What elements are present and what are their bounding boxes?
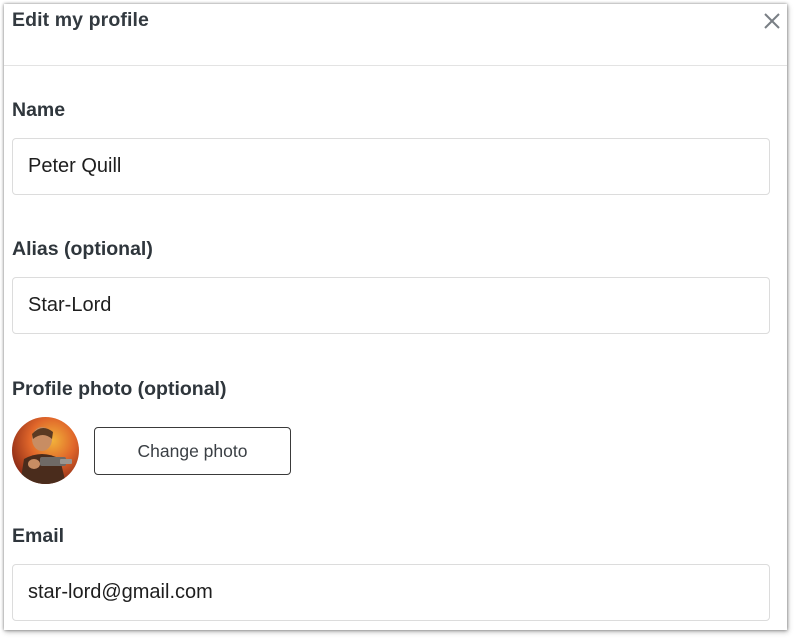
name-input[interactable] [12,138,770,195]
alias-input[interactable] [12,277,770,334]
avatar [12,417,79,484]
dialog-header: Edit my profile [4,4,787,66]
profile-photo-label: Profile photo (optional) [12,378,227,400]
close-button[interactable] [761,10,783,32]
change-photo-button[interactable]: Change photo [94,427,291,475]
dialog-title: Edit my profile [12,9,149,31]
email-label: Email [12,525,65,547]
close-icon [764,13,780,29]
email-input[interactable] [12,564,770,621]
edit-profile-dialog: Edit my profile Name Alias (optional) Pr… [4,4,787,630]
alias-label: Alias (optional) [12,238,153,260]
name-label: Name [12,99,66,121]
avatar-image [12,417,79,484]
